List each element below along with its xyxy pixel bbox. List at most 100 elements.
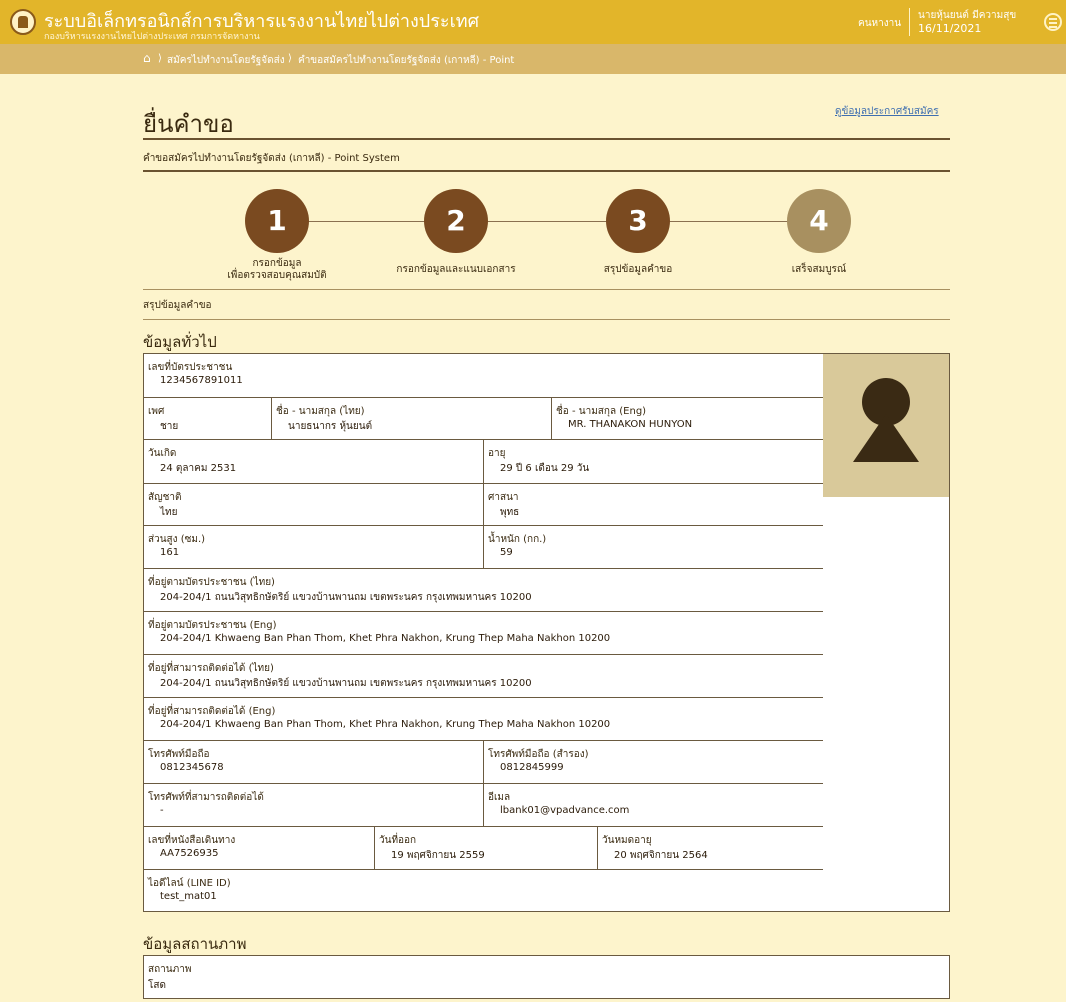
status-heading: ข้อมูลสถานภาพ: [143, 935, 247, 953]
step-4-circle: 4: [787, 189, 851, 253]
summary-label: สรุปข้อมูลคำขอ: [143, 300, 212, 311]
addr-id-th-cell: ที่อยู่ตามบัตรประชาชน (ไทย) 204-204/1 ถน…: [144, 569, 823, 611]
name-th-value: นายธนากร หุ้นยนต์: [288, 421, 373, 432]
addr-id-en-cell: ที่อยู่ตามบัตรประชาชน (Eng) 204-204/1 Kh…: [144, 612, 823, 654]
top-bar: ระบบอิเล็กทรอนิกส์การบริหารแรงงานไทยไปต่…: [0, 0, 1066, 44]
id-number-label: เลขที่บัตรประชาชน: [148, 362, 233, 373]
table-row: ที่อยู่ตามบัตรประชาชน (Eng) 204-204/1 Kh…: [144, 612, 823, 655]
status-label: สถานภาพ: [148, 964, 192, 975]
gender-cell: เพศ ชาย: [144, 398, 271, 439]
height-cell: ส่วนสูง (ซม.) 161: [144, 526, 483, 568]
step-1-circle: 1: [245, 189, 309, 253]
table-row: ไอดีไลน์ (LINE ID) test_mat01: [144, 870, 823, 911]
table-row: สัญชาติ ไทย ศาสนา พุทธ: [144, 484, 823, 526]
contact-phone-cell: โทรศัพท์ที่สามารถติดต่อได้ -: [144, 784, 483, 826]
addr-contact-th-label: ที่อยู่ที่สามารถติดต่อได้ (ไทย): [148, 663, 274, 674]
addr-contact-th-value: 204-204/1 ถนนวิสุทธิกษัตริย์ แขวงบ้านพาน…: [160, 678, 532, 689]
dob-label: วันเกิด: [148, 448, 177, 459]
view-announcement-link[interactable]: ดูข้อมูลประกาศรับสมัคร: [835, 104, 939, 119]
mobile-alt-value: 0812845999: [500, 762, 564, 773]
app-subtitle: กองบริหารแรงงานไทยไปต่างประเทศ กรมการจัด…: [44, 32, 260, 42]
gender-value: ชาย: [160, 421, 179, 432]
step-2-label: กรอกข้อมูลและแนบเอกสาร: [396, 264, 516, 275]
status-value: โสด: [148, 980, 166, 991]
divider: [143, 138, 950, 140]
email-cell: อีเมล lbank01@vpadvance.com: [483, 784, 823, 826]
status-table: สถานภาพ โสด: [143, 955, 950, 999]
hamburger-menu-icon[interactable]: [1044, 13, 1062, 31]
age-value: 29 ปี 6 เดือน 29 วัน: [500, 463, 590, 474]
breadcrumb-item-current: คำขอสมัครไปทำงานโดยรัฐจัดส่ง (เกาหลี) - …: [298, 55, 515, 66]
addr-id-th-label: ที่อยู่ตามบัตรประชาชน (ไทย): [148, 577, 275, 588]
gender-label: เพศ: [148, 406, 165, 417]
addr-contact-en-cell: ที่อยู่ที่สามารถติดต่อได้ (Eng) 204-204/…: [144, 698, 823, 740]
addr-contact-en-value: 204-204/1 Khwaeng Ban Phan Thom, Khet Ph…: [160, 719, 611, 730]
divider: [143, 170, 950, 172]
addr-id-en-label: ที่อยู่ตามบัตรประชาชน (Eng): [148, 620, 277, 631]
breadcrumb-separator: ⟩: [158, 53, 162, 64]
contact-phone-value: -: [160, 805, 164, 816]
step-2-circle: 2: [424, 189, 488, 253]
breadcrumb-item-apply[interactable]: สมัครไปทำงานโดยรัฐจัดส่ง: [167, 53, 285, 68]
passport-value: AA7526935: [160, 848, 219, 859]
page-subtitle: คำขอสมัครไปทำงานโดยรัฐจัดส่ง (เกาหลี) - …: [143, 153, 400, 164]
nationality-cell: สัญชาติ ไทย: [144, 484, 483, 525]
divider: [143, 319, 950, 320]
weight-value: 59: [500, 547, 513, 558]
addr-contact-th-cell: ที่อยู่ที่สามารถติดต่อได้ (ไทย) 204-204/…: [144, 655, 823, 697]
mobile-alt-cell: โทรศัพท์มือถือ (สำรอง) 0812845999: [483, 741, 823, 783]
step-4-label: เสร็จสมบูรณ์: [791, 264, 847, 275]
line-id-value: test_mat01: [160, 891, 217, 902]
photo-panel: [823, 353, 950, 912]
table-row: ที่อยู่ตามบัตรประชาชน (ไทย) 204-204/1 ถน…: [144, 569, 823, 612]
expire-date-value: 20 พฤศจิกายน 2564: [614, 850, 708, 861]
dob-value: 24 ตุลาคม 2531: [160, 463, 237, 474]
table-row: ส่วนสูง (ซม.) 161 น้ำหนัก (กก.) 59: [144, 526, 823, 569]
breadcrumb-separator: ⟩: [288, 53, 292, 64]
name-th-label: ชื่อ - นามสกุล (ไทย): [276, 406, 365, 417]
nationality-value: ไทย: [160, 507, 178, 518]
table-row: โทรศัพท์ที่สามารถติดต่อได้ - อีเมล lbank…: [144, 784, 823, 827]
header-divider: [909, 8, 910, 36]
contact-phone-label: โทรศัพท์ที่สามารถติดต่อได้: [148, 792, 264, 803]
table-row: ที่อยู่ที่สามารถติดต่อได้ (ไทย) 204-204/…: [144, 655, 823, 698]
step-1-label-line1: กรอกข้อมูล: [252, 258, 302, 269]
user-name: นายหุ้นยนต์ มีความสุข: [918, 10, 1017, 21]
mobile-alt-label: โทรศัพท์มือถือ (สำรอง): [488, 749, 589, 760]
religion-value: พุทธ: [500, 507, 520, 518]
nationality-label: สัญชาติ: [148, 492, 182, 503]
divider: [143, 289, 950, 290]
mobile-cell: โทรศัพท์มือถือ 0812345678: [144, 741, 483, 783]
addr-id-en-value: 204-204/1 Khwaeng Ban Phan Thom, Khet Ph…: [160, 633, 611, 644]
table-row: เลขที่หนังสือเดินทาง AA7526935 วันที่ออก…: [144, 827, 823, 870]
addr-contact-en-label: ที่อยู่ที่สามารถติดต่อได้ (Eng): [148, 706, 276, 717]
profile-photo-placeholder: [823, 354, 949, 497]
expire-date-cell: วันหมดอายุ 20 พฤศจิกายน 2564: [597, 827, 823, 869]
issue-date-cell: วันที่ออก 19 พฤศจิกายน 2559: [374, 827, 597, 869]
step-1-label: กรอกข้อมูล เพื่อตรวจสอบคุณสมบัติ: [197, 258, 357, 282]
home-icon[interactable]: ⌂: [143, 51, 151, 65]
breadcrumb: ⌂ ⟩ สมัครไปทำงานโดยรัฐจัดส่ง ⟩ คำขอสมัคร…: [0, 44, 1066, 74]
dob-cell: วันเกิด 24 ตุลาคม 2531: [144, 440, 483, 483]
table-row: โทรศัพท์มือถือ 0812345678 โทรศัพท์มือถือ…: [144, 741, 823, 784]
age-cell: อายุ 29 ปี 6 เดือน 29 วัน: [483, 440, 823, 483]
step-1-label-line2: เพื่อตรวจสอบคุณสมบัติ: [227, 270, 327, 281]
user-role: คนหางาน: [858, 18, 902, 29]
expire-date-label: วันหมดอายุ: [602, 835, 652, 846]
table-row: เลขที่บัตรประชาชน 1234567891011: [144, 354, 823, 398]
passport-cell: เลขที่หนังสือเดินทาง AA7526935: [144, 827, 374, 869]
table-row: เพศ ชาย ชื่อ - นามสกุล (ไทย) นายธนากร หุ…: [144, 398, 823, 440]
religion-label: ศาสนา: [488, 492, 519, 503]
weight-cell: น้ำหนัก (กก.) 59: [483, 526, 823, 568]
id-number-value: 1234567891011: [160, 375, 243, 386]
height-value: 161: [160, 547, 180, 558]
mobile-label: โทรศัพท์มือถือ: [148, 749, 210, 760]
name-en-value: MR. THANAKON HUNYON: [568, 419, 693, 430]
addr-id-th-value: 204-204/1 ถนนวิสุทธิกษัตริย์ แขวงบ้านพาน…: [160, 592, 532, 603]
step-3-circle: 3: [606, 189, 670, 253]
weight-label: น้ำหนัก (กก.): [488, 534, 547, 545]
name-en-cell: ชื่อ - นามสกุล (Eng) MR. THANAKON HUNYON: [551, 398, 823, 439]
issue-date-label: วันที่ออก: [379, 835, 417, 846]
table-row: วันเกิด 24 ตุลาคม 2531 อายุ 29 ปี 6 เดือ…: [144, 440, 823, 484]
height-label: ส่วนสูง (ซม.): [148, 534, 206, 545]
